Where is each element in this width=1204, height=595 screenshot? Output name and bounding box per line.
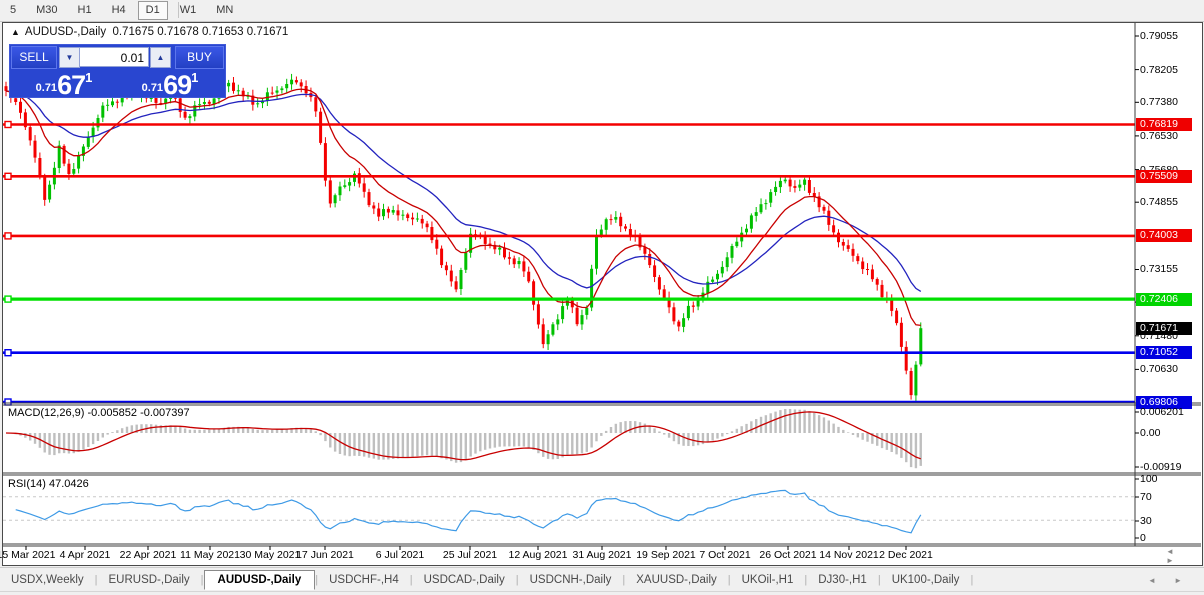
time-label: 17 Jun 2021 xyxy=(296,549,354,561)
chart-tab-audusd-daily[interactable]: AUDUSD-,Daily xyxy=(203,570,316,590)
ohlc-text: 0.71675 0.71678 0.71653 0.71671 xyxy=(112,26,289,38)
timeframe-button-h4[interactable]: H4 xyxy=(104,1,134,20)
timeframe-toolbar: 5 M30 H1 H4 D1 W1 MN xyxy=(0,0,1204,22)
timeframe-button-d1[interactable]: D1 xyxy=(137,1,168,20)
rsi-axis-100: 100 xyxy=(1140,473,1158,485)
timeframe-button-w1[interactable]: W1 xyxy=(172,1,205,20)
rsi-axis-70: 70 xyxy=(1140,491,1152,503)
time-label: 25 Jul 2021 xyxy=(442,549,498,561)
time-label: 4 Apr 2021 xyxy=(59,549,111,561)
chart-tab-usdx-weekly[interactable]: USDX,Weekly xyxy=(0,571,95,589)
time-label: 11 May 2021 xyxy=(180,549,240,561)
price-badge-0.74003: 0.74003 xyxy=(1136,229,1192,242)
one-click-trading-panel: SELL ▼ ▲ BUY 0.71671 0.71691 xyxy=(9,44,226,100)
price-badge-0.72406: 0.72406 xyxy=(1136,293,1192,306)
trade-panel-top-row: SELL ▼ ▲ BUY xyxy=(10,45,225,69)
macd-indicator-label: MACD(12,26,9) -0.005852 -0.007397 xyxy=(8,407,190,419)
chart-window[interactable] xyxy=(2,22,1203,566)
time-label: 15 Mar 2021 xyxy=(0,549,56,561)
price-badge-0.71671: 0.71671 xyxy=(1136,322,1192,335)
chart-tab-uk100-daily[interactable]: UK100-,Daily xyxy=(881,571,971,589)
price-tick-0.79055: 0.79055 xyxy=(1140,30,1178,42)
price-tick-0.73155: 0.73155 xyxy=(1140,263,1178,275)
price-tick-0.78205: 0.78205 xyxy=(1140,64,1178,76)
chart-tab-usdcad-daily[interactable]: USDCAD-,Daily xyxy=(413,571,516,589)
timeframe-button-mn[interactable]: MN xyxy=(208,1,241,20)
price-tick-0.74855: 0.74855 xyxy=(1140,196,1178,208)
price-tick-0.76530: 0.76530 xyxy=(1140,130,1178,142)
macd-axis-0.00: 0.00 xyxy=(1140,427,1161,439)
tab-scroll-arrows[interactable]: ◄ ► xyxy=(1148,576,1190,585)
time-label: 22 Apr 2021 xyxy=(119,549,177,561)
price-badge-0.76819: 0.76819 xyxy=(1136,118,1192,131)
time-label: 12 Aug 2021 xyxy=(508,549,568,561)
buy-price-base: 0.71 xyxy=(141,82,164,94)
chart-tab-dj30-h1[interactable]: DJ30-,H1 xyxy=(807,571,878,589)
price-badge-0.71052: 0.71052 xyxy=(1136,346,1192,359)
buy-button[interactable]: BUY xyxy=(175,46,224,69)
chart-tab-usdchf-h4[interactable]: USDCHF-,H4 xyxy=(318,571,410,589)
time-label: 26 Oct 2021 xyxy=(759,549,817,561)
volume-increase-button[interactable]: ▲ xyxy=(150,47,171,68)
sell-price-sup: 1 xyxy=(85,70,93,85)
timeframe-button-5[interactable]: 5 xyxy=(2,1,24,20)
time-label: 6 Jul 2021 xyxy=(375,549,425,561)
volume-decrease-button[interactable]: ▼ xyxy=(59,47,80,68)
sell-price-base: 0.71 xyxy=(35,82,58,94)
buy-price-sup: 1 xyxy=(191,70,199,85)
rsi-axis-30: 30 xyxy=(1140,515,1152,527)
buy-price-big: 69 xyxy=(163,70,192,100)
status-bar xyxy=(0,591,1204,595)
toolbar-separator xyxy=(178,2,179,18)
time-label: 19 Sep 2021 xyxy=(636,549,696,561)
tab-separator: | xyxy=(970,574,974,586)
macd-axis-0.006201: 0.006201 xyxy=(1140,406,1184,418)
symbol-period-label: AUDUSD-,Daily xyxy=(24,26,107,38)
chart-tab-eurusd-daily[interactable]: EURUSD-,Daily xyxy=(98,571,201,589)
rsi-axis-0: 0 xyxy=(1140,532,1146,544)
price-badge-0.75509: 0.75509 xyxy=(1136,170,1192,183)
macd-axis--0.00919: -0.00919 xyxy=(1140,461,1182,473)
time-label: 7 Oct 2021 xyxy=(699,549,751,561)
price-tick-0.77380: 0.77380 xyxy=(1140,96,1178,108)
chart-tab-xauusd-daily[interactable]: XAUUSD-,Daily xyxy=(625,571,728,589)
sell-button[interactable]: SELL xyxy=(11,46,57,69)
sell-price-display[interactable]: 0.71671 xyxy=(14,70,114,100)
time-label: 30 May 2021 xyxy=(239,549,301,561)
chart-title: ▲ AUDUSD-,Daily 0.71675 0.71678 0.71653 0… xyxy=(11,26,288,38)
chart-tab-bar: USDX,Weekly | EURUSD-,Daily | AUDUSD-,Daily |… xyxy=(0,567,1204,592)
time-label: 14 Nov 2021 xyxy=(819,549,879,561)
chart-tab-usdcnh-daily[interactable]: USDCNH-,Daily xyxy=(519,571,623,589)
time-label: 31 Aug 2021 xyxy=(572,549,632,561)
collapse-quotes-icon[interactable]: ▲ xyxy=(11,27,20,37)
timeframe-button-m30[interactable]: M30 xyxy=(28,1,65,20)
time-label: 2 Dec 2021 xyxy=(879,549,933,561)
sell-price-big: 67 xyxy=(57,70,86,100)
chart-scroll-arrows[interactable]: ◄ ► xyxy=(1166,547,1204,565)
buy-price-display[interactable]: 0.71691 xyxy=(120,70,220,100)
volume-input[interactable] xyxy=(79,47,149,67)
chart-tab-ukoil-h1[interactable]: UKOil-,H1 xyxy=(731,571,805,589)
price-tick-0.70630: 0.70630 xyxy=(1140,363,1178,375)
rsi-indicator-label: RSI(14) 47.0426 xyxy=(8,478,89,490)
timeframe-button-h1[interactable]: H1 xyxy=(70,1,100,20)
